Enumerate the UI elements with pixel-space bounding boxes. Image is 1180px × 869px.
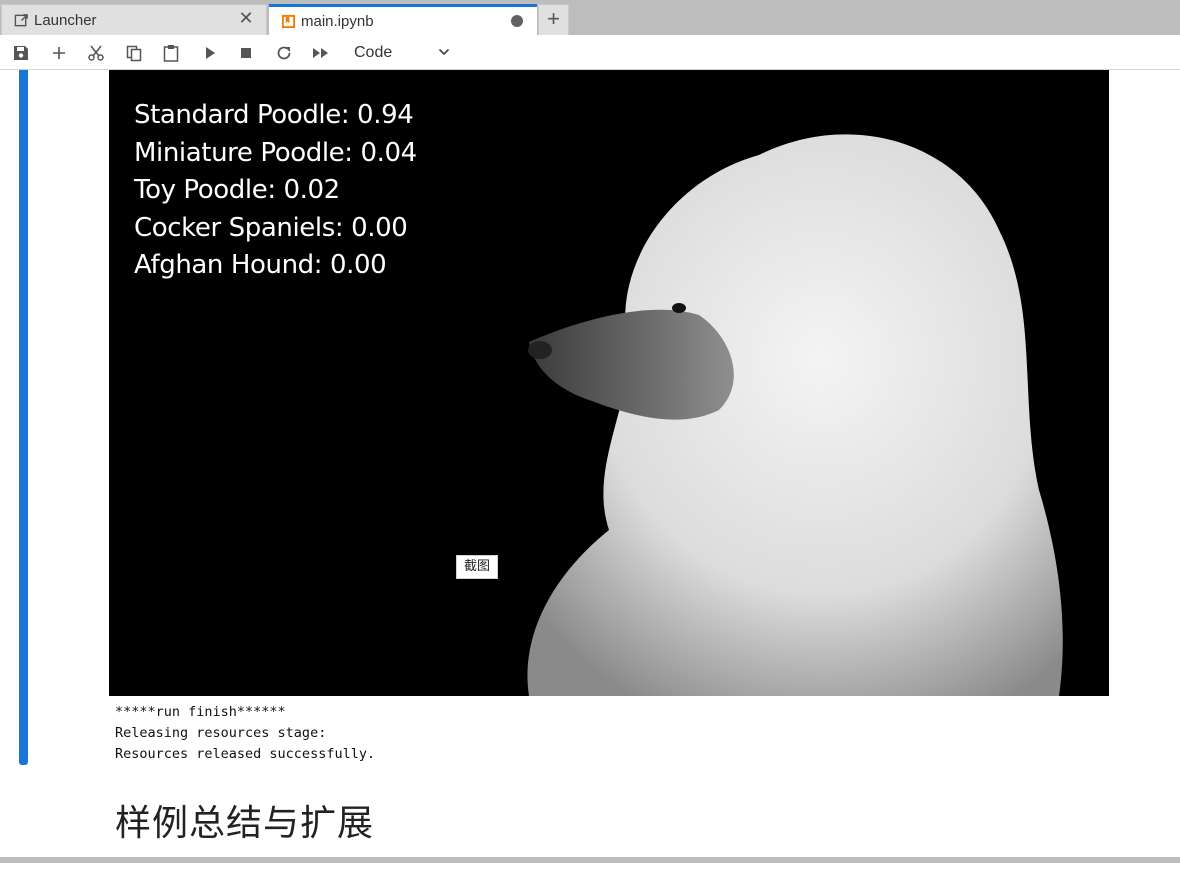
prediction-list: Standard Poodle: 0.94 Miniature Poodle: … (134, 97, 417, 285)
tab-launcher[interactable]: Launcher ✕ (1, 4, 267, 35)
stop-icon[interactable] (236, 43, 256, 63)
paste-icon[interactable] (161, 43, 181, 63)
stdout-line: *****run finish****** (115, 704, 286, 720)
prediction-item: Toy Poodle: 0.02 (134, 175, 340, 205)
cut-icon[interactable] (86, 43, 106, 63)
cell-type-select[interactable]: Code (350, 42, 454, 64)
run-all-icon[interactable] (311, 43, 331, 63)
prediction-item: Cocker Spaniels: 0.00 (134, 212, 408, 243)
markdown-heading: 样例总结与扩展 (115, 803, 375, 844)
prediction-item: Afghan Hound: 0.00 (134, 250, 387, 280)
save-icon[interactable] (11, 43, 31, 63)
tab-main-ipynb-label: main.ipynb (301, 12, 374, 30)
prediction-item: Miniature Poodle: 0.04 (134, 137, 417, 168)
tab-bar: Launcher ✕ main.ipynb + (0, 0, 1180, 35)
horizontal-scrollbar[interactable] (0, 857, 1180, 863)
close-icon[interactable]: ✕ (238, 9, 254, 27)
tab-launcher-label: Launcher (34, 11, 97, 29)
cell-type-label: Code (354, 44, 393, 61)
notebook-toolbar: Code (0, 35, 1180, 70)
notebook-icon (280, 13, 296, 29)
chevron-down-icon (438, 45, 450, 63)
restart-icon[interactable] (274, 43, 294, 63)
prediction-item: Standard Poodle: 0.94 (134, 100, 414, 130)
cell-stdout: *****run finish****** Releasing resource… (115, 702, 375, 765)
active-cell-indicator[interactable] (19, 70, 28, 765)
launch-icon (13, 12, 29, 28)
stdout-line: Resources released successfully. (115, 746, 376, 762)
stdout-line: Releasing resources stage: (115, 725, 327, 741)
unsaved-dot-icon[interactable] (511, 15, 523, 27)
output-image: Standard Poodle: 0.94 Miniature Poodle: … (109, 70, 1109, 696)
new-tab-button[interactable]: + (538, 4, 569, 35)
tab-main-ipynb[interactable]: main.ipynb (269, 4, 537, 35)
copy-icon[interactable] (124, 43, 144, 63)
screenshot-tooltip[interactable]: 截图 (456, 555, 498, 579)
run-icon[interactable] (200, 43, 220, 63)
add-cell-icon[interactable] (49, 43, 69, 63)
